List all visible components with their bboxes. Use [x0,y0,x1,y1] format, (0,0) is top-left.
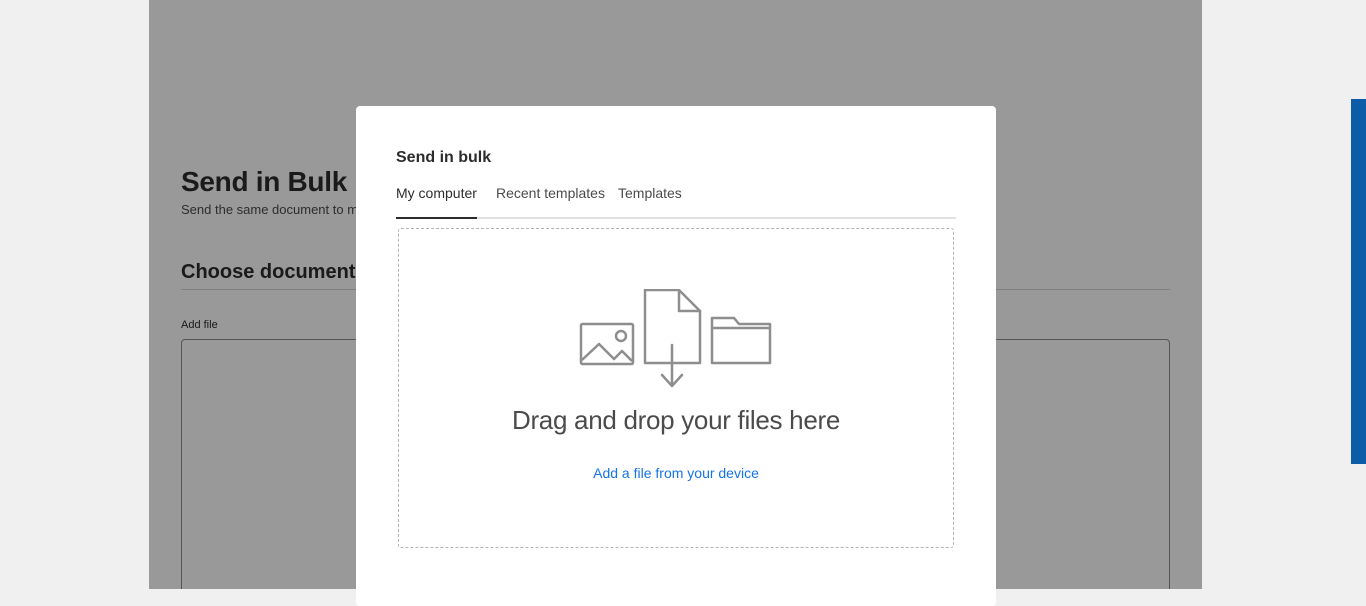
drop-illustration [579,289,772,388]
drop-instructions: Drag and drop your files here [511,405,841,435]
image-icon [579,322,635,366]
send-in-bulk-dialog: Send in bulk My computer Recent template… [356,106,996,606]
add-file-from-device-link[interactable]: Add a file from your device [399,465,953,481]
tab-recent-templates[interactable]: Recent templates [496,185,605,217]
dialog-title: Send in bulk [396,149,492,166]
side-panel-tab[interactable] [1351,99,1366,464]
dialog-tabs: My computer Recent templates Templates [396,185,956,219]
tab-templates[interactable]: Templates [618,185,682,217]
file-drop-zone[interactable]: Drag and drop your files here Add a file… [398,228,954,548]
folder-icon [710,316,772,365]
tab-my-computer[interactable]: My computer [396,185,477,219]
document-download-icon [643,289,702,388]
